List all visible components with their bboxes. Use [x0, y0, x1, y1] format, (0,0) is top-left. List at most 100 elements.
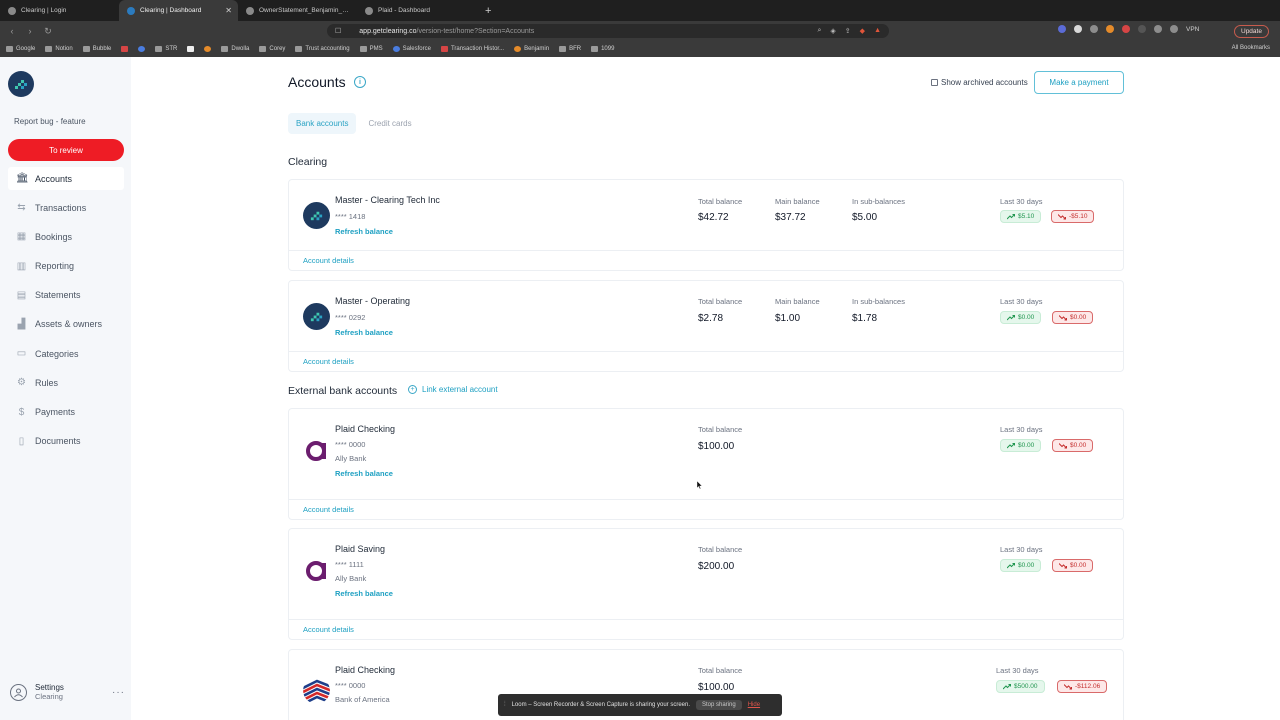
new-tab-button[interactable]: +: [476, 0, 500, 21]
clearing-logo[interactable]: [8, 71, 34, 97]
folder-icon: [82, 46, 90, 52]
bookmark-item[interactable]: BFR: [559, 46, 581, 52]
bookmark-item[interactable]: Salesforce: [392, 46, 431, 52]
folder-icon: [359, 46, 367, 52]
more-options-icon[interactable]: ···: [112, 687, 125, 698]
total-balance-value: $2.78: [698, 313, 724, 324]
zoom-icon[interactable]: ⌕: [817, 27, 821, 35]
account-name: Plaid Checking: [335, 424, 396, 434]
sidebar-item-categories[interactable]: ▭ Categories: [8, 342, 124, 365]
globe-icon: [8, 6, 16, 15]
account-number: **** 1418: [335, 212, 366, 221]
browser-tab-dashboard[interactable]: Clearing | Dashboard ✕: [119, 0, 238, 21]
refresh-balance-link[interactable]: Refresh balance: [335, 328, 393, 337]
sidebar-item-accounts[interactable]: 🏛 Accounts: [8, 167, 124, 190]
history-icon: [440, 46, 448, 52]
bookmark-item[interactable]: [138, 46, 146, 52]
rewards-icon[interactable]: ▲: [874, 27, 881, 35]
tab-credit-cards[interactable]: Credit cards: [360, 113, 419, 134]
total-balance-label: Total balance: [698, 197, 743, 206]
main-balance-label: Main balance: [775, 297, 820, 306]
sidebar-item-rules[interactable]: ⚙ Rules: [8, 371, 124, 394]
link-external-account-button[interactable]: + Link external account: [408, 385, 498, 394]
update-button[interactable]: Update: [1234, 25, 1269, 38]
building-icon: ▟: [17, 318, 26, 330]
info-icon[interactable]: i: [354, 76, 366, 88]
back-icon[interactable]: ‹: [3, 26, 21, 36]
share-icon[interactable]: ⇪: [845, 27, 851, 35]
archived-checkbox[interactable]: [931, 79, 938, 86]
refresh-balance-link[interactable]: Refresh balance: [335, 589, 393, 598]
youtube-icon: [121, 46, 129, 52]
tab-bank-accounts[interactable]: Bank accounts: [288, 113, 357, 134]
all-bookmarks-button[interactable]: All Bookmarks: [1232, 45, 1270, 51]
bookmark-item[interactable]: STR: [155, 46, 177, 52]
report-bug-link[interactable]: Report bug - feature: [14, 117, 86, 126]
bookmark-item[interactable]: Corey: [259, 46, 285, 52]
bookmark-star-icon[interactable]: ☐: [335, 27, 341, 35]
browser-tabbar: Clearing | Login Clearing | Dashboard ✕ …: [0, 0, 1280, 21]
screen-sharing-banner: ⦙ Loom – Screen Recorder & Screen Captur…: [498, 694, 782, 716]
bookmark-item[interactable]: [204, 46, 212, 52]
outflow-badge: -$112.06: [1057, 680, 1108, 693]
address-bar[interactable]: ☐ app.getclearing.co/version-test/home?S…: [327, 24, 889, 38]
hide-banner-link[interactable]: Hide: [748, 702, 760, 708]
extension-icon[interactable]: [1138, 25, 1146, 33]
refresh-balance-link[interactable]: Refresh balance: [335, 227, 393, 236]
extension-icon[interactable]: [1122, 25, 1130, 33]
account-number: **** 0000: [335, 440, 366, 449]
account-details-link[interactable]: Account details: [303, 256, 354, 265]
sidebar-item-payments[interactable]: $ Payments: [8, 401, 124, 424]
bookmark-item[interactable]: Bubble: [82, 46, 111, 52]
extension-icon[interactable]: [1058, 25, 1066, 33]
sidebar-item-statements[interactable]: ▤ Statements: [8, 284, 124, 307]
sidebar-item-label: Categories: [35, 348, 79, 359]
bookmark-item[interactable]: Notion: [45, 46, 73, 52]
forward-icon[interactable]: ›: [21, 26, 39, 36]
folder-icon: [295, 46, 303, 52]
show-archived-toggle[interactable]: Show archived accounts: [931, 78, 1028, 87]
total-balance-value: $100.00: [698, 682, 735, 693]
settings-menu[interactable]: Settings Clearing ···: [10, 683, 125, 701]
bookmark-item[interactable]: Dwolla: [221, 46, 249, 52]
make-payment-button[interactable]: Make a payment: [1034, 71, 1124, 94]
browser-tab-login[interactable]: Clearing | Login: [0, 0, 119, 21]
shield-icon[interactable]: ◈: [830, 27, 835, 35]
sidebar-item-documents[interactable]: ▯ Documents: [8, 430, 124, 453]
extension-icon[interactable]: [1106, 25, 1114, 33]
brave-shield-icon[interactable]: ◆: [860, 27, 865, 35]
reload-icon[interactable]: ↻: [39, 26, 57, 37]
extension-icon[interactable]: [1170, 25, 1178, 33]
browser-tab-plaid[interactable]: Plaid - Dashboard: [357, 0, 476, 21]
bookmark-item[interactable]: Trust accounting: [295, 46, 350, 52]
sidebar-item-label: Rules: [35, 377, 59, 388]
bookmark-item[interactable]: 1099: [591, 46, 614, 52]
sidebar-item-reporting[interactable]: ▥ Reporting: [8, 255, 124, 278]
vpn-button[interactable]: VPN: [1186, 26, 1199, 33]
extension-icon[interactable]: [1154, 25, 1162, 33]
drag-handle-icon[interactable]: ⦙: [504, 701, 506, 709]
avatar-icon: [514, 46, 522, 52]
browser-tab-owner-statement[interactable]: OwnerStatement_Benjamin_Elbaz: [238, 0, 357, 21]
last-30-days-label: Last 30 days: [996, 666, 1039, 675]
sidebar-item-bookings[interactable]: ▦ Bookings: [8, 225, 124, 248]
bookmark-item[interactable]: PMS: [359, 46, 383, 52]
extension-icon[interactable]: [1090, 25, 1098, 33]
bookmark-item[interactable]: Benjamin: [514, 46, 549, 52]
account-details-link[interactable]: Account details: [303, 505, 354, 514]
bookmark-item[interactable]: [187, 46, 195, 52]
to-review-button[interactable]: To review: [8, 139, 124, 161]
sidebar-item-assets-owners[interactable]: ▟ Assets & owners: [8, 313, 124, 336]
stop-sharing-button[interactable]: Stop sharing: [696, 700, 742, 710]
bookmark-item[interactable]: Transaction Histor...: [440, 46, 504, 52]
extension-icon[interactable]: [1074, 25, 1082, 33]
sidebar-item-label: Accounts: [35, 173, 73, 184]
close-icon[interactable]: ✕: [225, 6, 232, 15]
account-details-link[interactable]: Account details: [303, 625, 354, 634]
account-details-link[interactable]: Account details: [303, 357, 354, 366]
bookmark-item[interactable]: [121, 46, 129, 52]
folder-icon: [259, 46, 267, 52]
refresh-balance-link[interactable]: Refresh balance: [335, 469, 393, 478]
bookmark-item[interactable]: Google: [6, 46, 35, 52]
sidebar-item-transactions[interactable]: ⇆ Transactions: [8, 196, 124, 219]
